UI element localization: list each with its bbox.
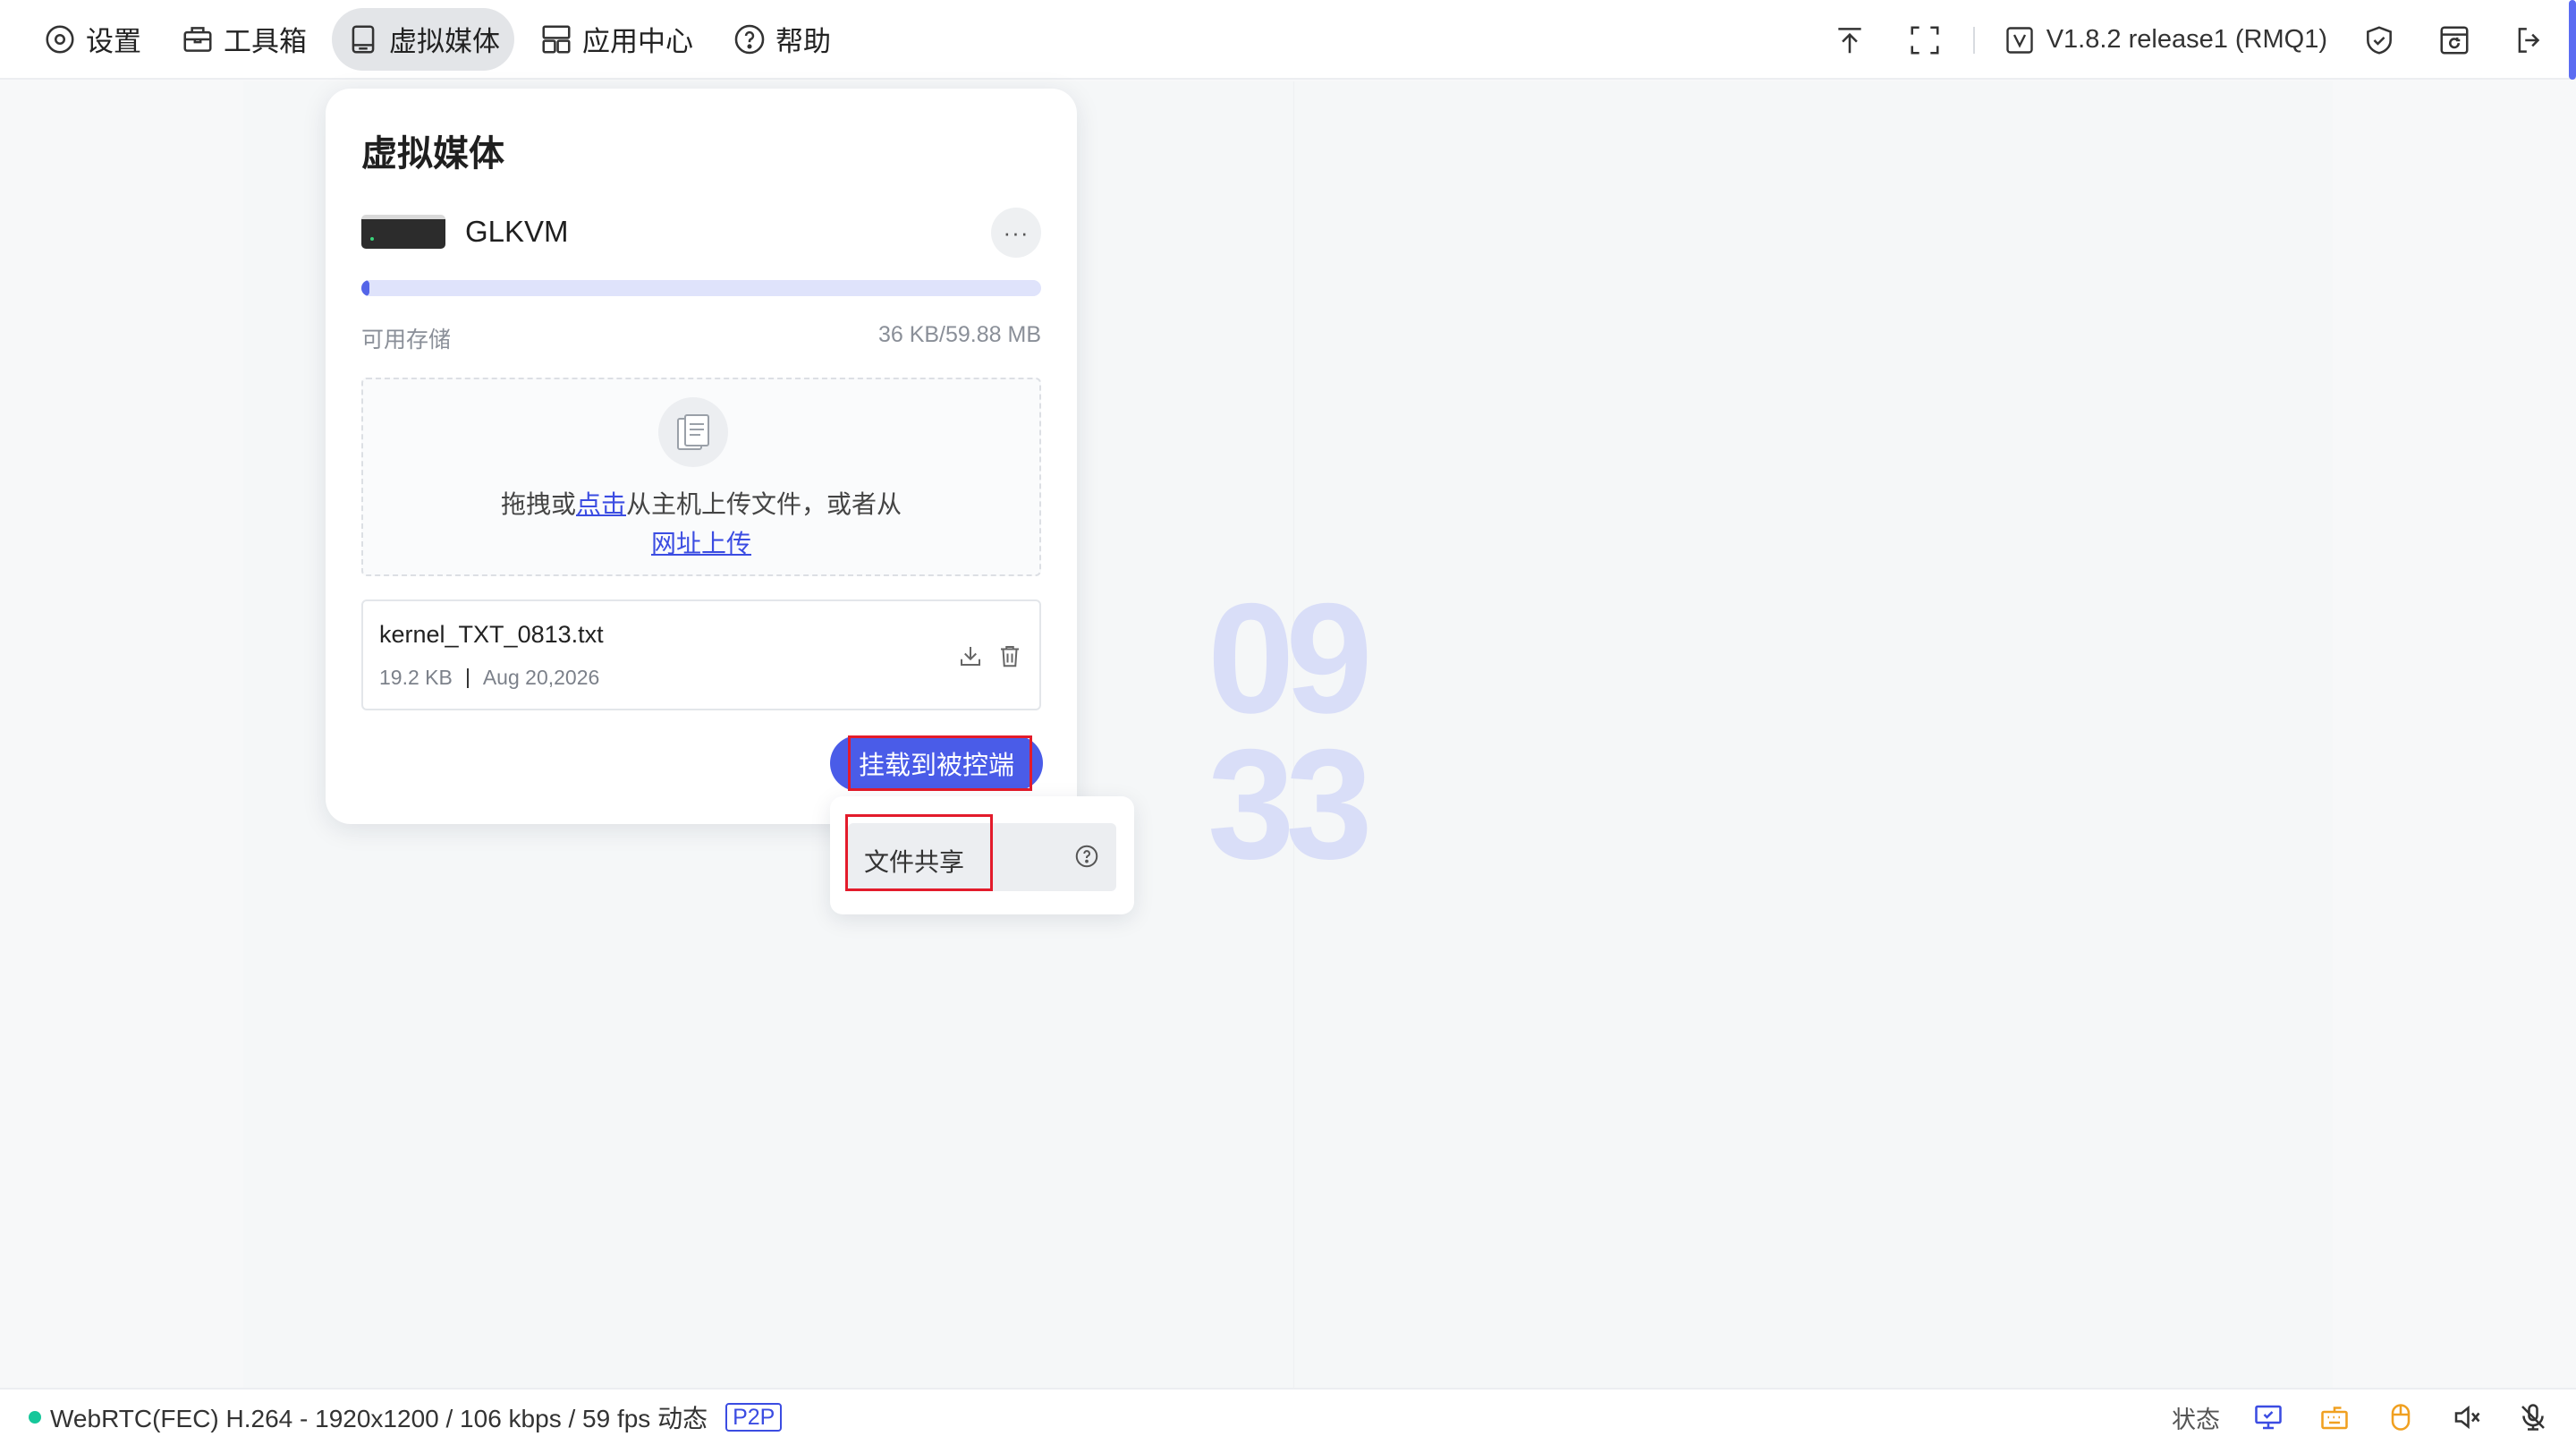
file-meta: 19.2 KB Aug 20,2026 — [379, 666, 599, 690]
keyboard-icon[interactable] — [2317, 1399, 2352, 1435]
question-circle-icon[interactable] — [1073, 843, 1100, 870]
storage-value: 36 KB/59.88 MB — [877, 322, 1041, 347]
media-drive-icon — [352, 24, 375, 54]
upload-dropzone[interactable]: 拖拽或点击从主机上传文件，或者从 网址上传 — [361, 378, 1041, 576]
shield-check-icon[interactable] — [2360, 21, 2399, 60]
file-size: 19.2 KB — [379, 666, 453, 689]
speaker-muted-icon[interactable] — [2449, 1399, 2485, 1435]
remote-clock: 09 33 — [1208, 572, 1377, 892]
meta-divider — [466, 667, 469, 688]
nav-toolbox[interactable]: 工具箱 — [166, 8, 321, 71]
nav-virtual-media-label: 虚拟媒体 — [389, 26, 500, 57]
p2p-badge: P2P — [725, 1403, 783, 1432]
panel-title: 虚拟媒体 — [361, 134, 504, 174]
nav-settings[interactable]: 设置 — [29, 8, 156, 71]
document-upload-icon — [658, 397, 728, 467]
url-upload-link[interactable]: 网址上传 — [651, 530, 751, 557]
nav-app-center-label: 应用中心 — [582, 26, 693, 57]
status-bar: WebRTC(FEC) H.264 - 1920x1200 / 106 kbps… — [0, 1388, 2576, 1445]
main-nav: 设置 工具箱 虚拟媒体 应用中心 帮助 — [0, 0, 856, 78]
storage-label: 可用存储 — [361, 327, 452, 353]
mount-options-popover: 文件共享 — [830, 796, 1134, 914]
highlight-box — [848, 735, 1032, 791]
version-info[interactable]: V1.8.2 release1 (RMQ1) — [2004, 24, 2327, 56]
click-upload-link[interactable]: 点击 — [576, 490, 626, 518]
nav-toolbox-label: 工具箱 — [224, 26, 307, 57]
logout-icon[interactable] — [2510, 21, 2549, 60]
device-row: GLKVM — [361, 215, 569, 249]
mount-to-target-button[interactable]: 挂载到被控端 — [830, 735, 1043, 791]
toolbox-icon — [183, 26, 212, 52]
nav-settings-label: 设置 — [86, 26, 141, 57]
status-label: 状态 — [2172, 1406, 2220, 1433]
nav-help-label: 帮助 — [775, 26, 831, 57]
top-bar: 设置 工具箱 虚拟媒体 应用中心 帮助 V1.8.2 release1 (RMQ… — [0, 0, 2576, 80]
toolbar-divider — [1972, 26, 1975, 54]
fullscreen-icon[interactable] — [1905, 21, 1945, 60]
nav-app-center[interactable]: 应用中心 — [525, 8, 708, 71]
status-right-tools: 状态 — [2172, 1390, 2576, 1445]
top-right-tools: V1.8.2 release1 (RMQ1) — [1830, 0, 2576, 80]
device-name: GLKVM — [465, 215, 569, 248]
stream-info: WebRTC(FEC) H.264 - 1920x1200 / 106 kbps… — [50, 1405, 708, 1432]
clock-minutes: 33 — [1208, 718, 1373, 892]
monitor-icon[interactable] — [2250, 1399, 2286, 1435]
virtual-media-panel: 虚拟媒体 GLKVM ··· 可用存储 36 KB/59.88 MB 拖拽或点击… — [326, 89, 1077, 824]
dropzone-prefix: 拖拽或 — [500, 490, 576, 518]
nav-virtual-media[interactable]: 虚拟媒体 — [332, 7, 514, 71]
clock-hours: 09 — [1208, 572, 1373, 746]
version-check-icon — [2005, 26, 2033, 54]
connection-status-dot — [29, 1411, 41, 1424]
storage-progress-fill — [361, 280, 370, 296]
file-name: kernel_TXT_0813.txt — [379, 621, 604, 648]
download-icon[interactable] — [957, 642, 984, 669]
file-sharing-option[interactable]: 文件共享 — [845, 814, 1116, 891]
help-circle-icon — [734, 24, 765, 54]
microphone-muted-icon[interactable] — [2515, 1399, 2551, 1435]
dropzone-suffix: 从主机上传文件，或者从 — [626, 490, 902, 518]
window-edge-accent — [2569, 0, 2576, 80]
dropzone-text: 拖拽或点击从主机上传文件，或者从 网址上传 — [363, 485, 1039, 564]
nav-help[interactable]: 帮助 — [718, 8, 845, 71]
more-options-button[interactable]: ··· — [991, 208, 1041, 258]
app-center-icon — [542, 24, 571, 54]
trash-icon[interactable] — [996, 642, 1023, 669]
kvm-device-image — [361, 215, 445, 249]
version-label: V1.8.2 release1 (RMQ1) — [2046, 25, 2327, 54]
file-actions — [957, 642, 1023, 669]
mouse-icon[interactable] — [2383, 1399, 2419, 1435]
upload-arrow-icon[interactable] — [1830, 21, 1869, 60]
file-date: Aug 20,2026 — [482, 666, 600, 689]
settings-icon — [46, 24, 74, 54]
browser-refresh-icon[interactable] — [2435, 21, 2474, 60]
storage-progress-bar — [361, 280, 1041, 296]
highlight-box — [845, 814, 993, 891]
file-list-item[interactable]: kernel_TXT_0813.txt 19.2 KB Aug 20,2026 — [361, 599, 1041, 710]
